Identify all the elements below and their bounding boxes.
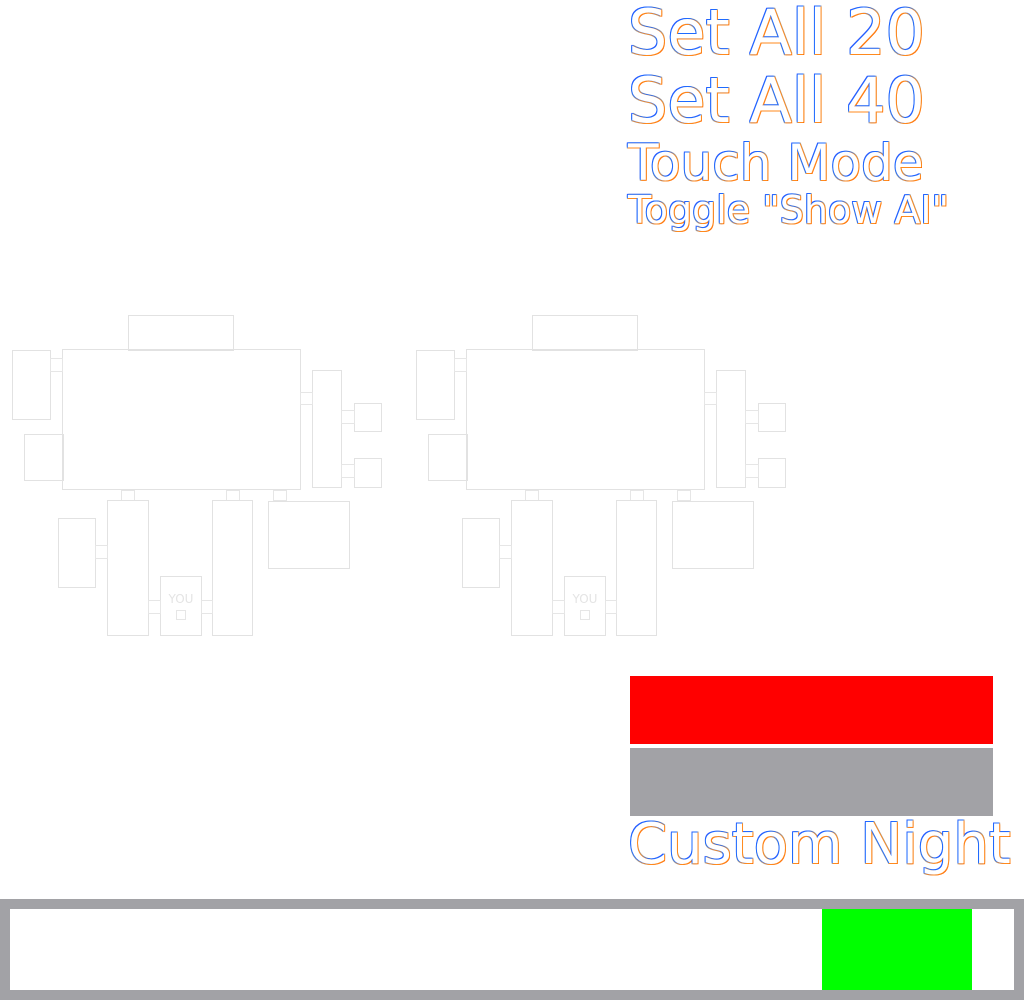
custom-night-button[interactable]: Custom Night <box>628 812 1011 878</box>
cam-room-left-mid[interactable] <box>24 434 64 481</box>
connector <box>704 392 717 405</box>
cam-room-right-tall[interactable] <box>716 370 746 488</box>
connector <box>552 600 565 614</box>
camera-map-left: YOU <box>10 310 390 640</box>
cam-room-right-small-bottom[interactable] <box>354 458 382 488</box>
bottom-panel-inner <box>10 909 1014 990</box>
connector <box>745 464 759 478</box>
door-indicator <box>176 610 186 620</box>
cam-room-bottom-left-hall[interactable] <box>107 500 149 636</box>
cam-room-right-tall[interactable] <box>312 370 342 488</box>
green-indicator[interactable] <box>822 909 972 990</box>
connector <box>499 545 512 559</box>
connector <box>300 392 313 405</box>
connector <box>95 545 108 559</box>
cam-room-bottom-left-hall[interactable] <box>511 500 553 636</box>
cam-room-top[interactable] <box>128 315 234 351</box>
office-you <box>564 576 606 636</box>
red-bar-button[interactable] <box>630 676 993 744</box>
cam-room-right-small-top[interactable] <box>758 403 786 432</box>
bottom-panel <box>0 899 1024 1000</box>
cam-room-left-mid[interactable] <box>428 434 468 481</box>
cam-room-right-small-bottom[interactable] <box>758 458 786 488</box>
connector <box>454 358 467 372</box>
cam-room-left-top[interactable] <box>416 350 455 420</box>
touch-mode-button[interactable]: Touch Mode <box>628 134 924 192</box>
cam-room-left-top[interactable] <box>12 350 51 420</box>
camera-map-right: YOU <box>414 310 794 640</box>
cam-room-main[interactable] <box>466 349 705 490</box>
cam-room-bottom-right-hall[interactable] <box>616 500 657 636</box>
you-label: YOU <box>168 592 194 606</box>
cam-room-bottom-right-hall[interactable] <box>212 500 253 636</box>
connector <box>745 410 759 424</box>
set-all-40-button[interactable]: Set All 40 <box>628 66 925 136</box>
connector <box>148 600 161 614</box>
cam-room-bottom-right[interactable] <box>268 501 350 569</box>
cam-room-bottom-far-left[interactable] <box>58 518 96 588</box>
connector <box>273 490 287 501</box>
cam-room-bottom-far-left[interactable] <box>462 518 500 588</box>
you-label: YOU <box>572 592 598 606</box>
cam-room-bottom-right[interactable] <box>672 501 754 569</box>
connector <box>605 600 617 614</box>
gray-bar-button[interactable] <box>630 748 993 816</box>
cam-room-top[interactable] <box>532 315 638 351</box>
connector <box>50 358 63 372</box>
connector <box>341 464 355 478</box>
office-you <box>160 576 202 636</box>
connector <box>341 410 355 424</box>
toggle-show-ai-button[interactable]: Toggle "Show AI" <box>628 188 949 232</box>
connector <box>677 490 691 501</box>
cam-room-main[interactable] <box>62 349 301 490</box>
connector <box>201 600 213 614</box>
set-all-20-button[interactable]: Set All 20 <box>628 0 925 68</box>
cam-room-right-small-top[interactable] <box>354 403 382 432</box>
door-indicator <box>580 610 590 620</box>
